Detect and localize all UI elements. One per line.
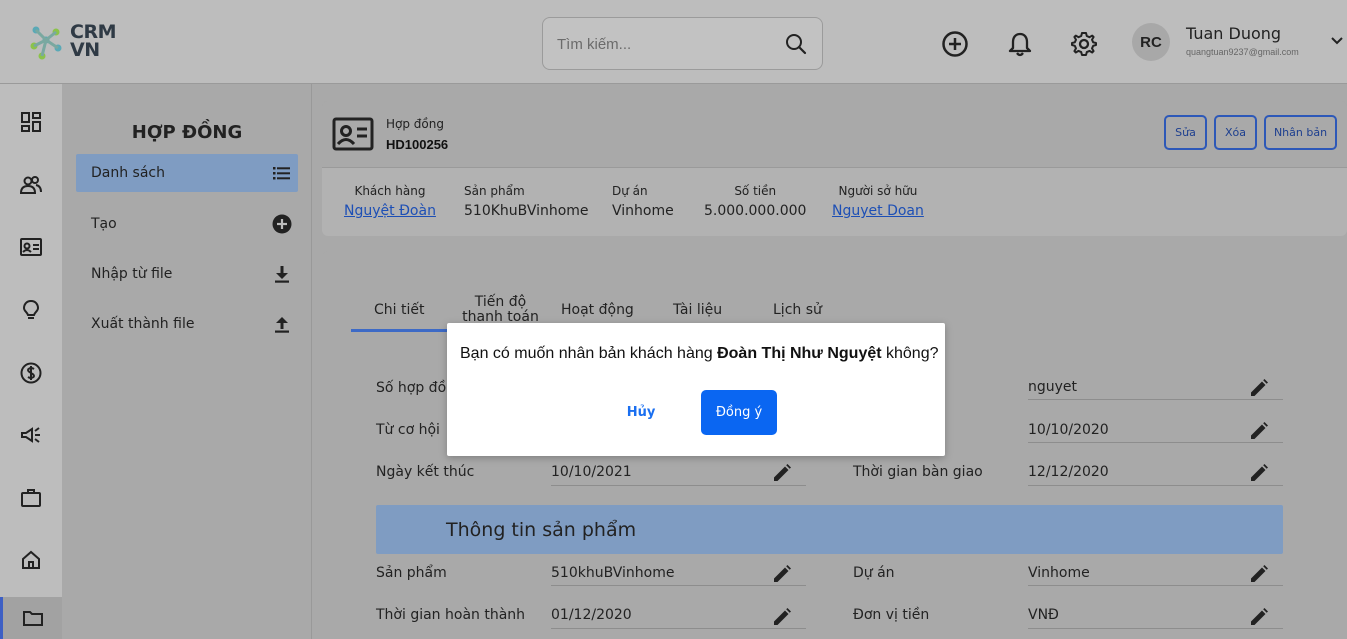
avatar[interactable]: RC — [1132, 23, 1170, 61]
product-section-header: Thông tin sản phẩm — [376, 505, 1283, 554]
handover-label: Thời gian bàn giao — [853, 464, 983, 480]
end-date-value: 10/10/2021 — [551, 464, 632, 480]
tab-payment-progress[interactable]: Tiến độ thanh toán — [458, 295, 543, 325]
tab-detail[interactable]: Chi tiết — [374, 302, 424, 318]
rail-contacts[interactable] — [0, 164, 62, 206]
upload-icon — [275, 317, 289, 333]
start-date-value: 10/10/2020 — [1028, 422, 1109, 438]
duplicate-confirm-dialog: Bạn có muốn nhân bản khách hàng Đoàn Thị… — [447, 323, 945, 456]
icon-rail — [0, 84, 62, 639]
logo[interactable]: CRM VN — [28, 20, 116, 62]
contract-header-card: Hợp đồng HD100256 Sửa Xóa Nhân bản Khách… — [322, 101, 1347, 236]
edit-button[interactable]: Sửa — [1164, 115, 1207, 150]
customer-link[interactable]: Nguyệt Đoàn — [344, 203, 436, 219]
rail-contracts[interactable] — [0, 226, 62, 268]
product-label: Sản phẩm — [376, 565, 447, 581]
rail-dashboard[interactable] — [0, 101, 62, 143]
product-value: 510khuBVinhome — [551, 565, 675, 581]
contract-card-icon — [20, 238, 42, 256]
tab-documents[interactable]: Tài liệu — [673, 302, 722, 318]
home-icon — [22, 550, 40, 569]
contract-type-label: Hợp đồng — [386, 117, 444, 131]
brand-line2: VN — [70, 39, 100, 61]
edit-pen-icon[interactable] — [1249, 378, 1269, 398]
tab-history[interactable]: Lịch sử — [773, 302, 822, 318]
rail-folder[interactable] — [0, 597, 62, 639]
search-input[interactable] — [557, 32, 777, 56]
completion-label: Thời gian hoàn thành — [376, 607, 526, 623]
submenu-item-import[interactable]: Nhập từ file — [76, 255, 298, 293]
contract-submenu: HỢP ĐỒNG Danh sách Tạo Nhập từ file Xuất… — [62, 84, 312, 639]
end-date-label: Ngày kết thúc — [376, 464, 475, 480]
edit-pen-icon[interactable] — [1249, 564, 1269, 584]
delete-button[interactable]: Xóa — [1214, 115, 1257, 150]
folder-icon — [22, 611, 43, 626]
contract-no-label: Số hợp đồ — [376, 380, 447, 396]
list-icon — [273, 167, 290, 180]
cancel-button[interactable]: Hủy — [609, 390, 673, 435]
user-name[interactable]: Tuan Duong — [1186, 24, 1281, 43]
search-box — [542, 17, 823, 70]
add-circle-icon[interactable] — [941, 30, 969, 58]
chevron-down-icon[interactable] — [1330, 36, 1344, 46]
submenu-item-export[interactable]: Xuất thành file — [76, 305, 298, 343]
edit-pen-icon[interactable] — [772, 607, 792, 627]
dollar-circle-icon — [20, 362, 42, 384]
meta-owner: Người sở hữu Nguyet Doan — [832, 184, 924, 219]
submenu-item-list[interactable]: Danh sách — [76, 154, 298, 192]
dna-icon — [30, 26, 62, 60]
edit-pen-icon[interactable] — [1249, 421, 1269, 441]
lightbulb-icon — [22, 299, 40, 319]
edit-pen-icon[interactable] — [772, 564, 792, 584]
contract-card-icon — [332, 117, 374, 151]
submenu-title: HỢP ĐỒNG — [131, 122, 243, 143]
user-email: quangtuan9237@gmail.com — [1186, 47, 1299, 57]
product-section-title: Thông tin sản phẩm — [446, 519, 637, 541]
edit-pen-icon[interactable] — [1249, 463, 1269, 483]
rail-home[interactable] — [0, 539, 62, 581]
duplicate-button[interactable]: Nhân bản — [1264, 115, 1337, 150]
dialog-message: Bạn có muốn nhân bản khách hàng Đoàn Thị… — [460, 345, 939, 362]
rail-finance[interactable] — [0, 352, 62, 394]
active-tab-indicator — [351, 329, 456, 332]
briefcase-icon — [21, 489, 41, 507]
meta-project: Dự án Vinhome — [612, 184, 674, 219]
edit-pen-icon[interactable] — [1249, 607, 1269, 627]
gear-icon[interactable] — [1070, 30, 1098, 58]
plus-circle-icon — [272, 214, 292, 234]
handover-value: 12/12/2020 — [1028, 464, 1109, 480]
rail-jobs[interactable] — [0, 477, 62, 519]
meta-amount: Số tiền 5.000.000.000 — [704, 184, 807, 219]
currency-value: VNĐ — [1028, 607, 1059, 623]
edit-pen-icon[interactable] — [772, 463, 792, 483]
submenu-item-create[interactable]: Tạo — [76, 205, 298, 243]
contract-code: HD100256 — [386, 137, 449, 152]
currency-label: Đơn vị tiền — [853, 607, 930, 623]
confirm-button[interactable]: Đồng ý — [701, 390, 777, 435]
from-opportunity-label: Từ cơ hội — [376, 422, 440, 438]
meta-customer: Khách hàng Nguyệt Đoàn — [344, 184, 436, 219]
people-icon — [20, 176, 42, 194]
megaphone-icon — [21, 427, 40, 443]
download-icon — [275, 266, 289, 283]
owner-link[interactable]: Nguyet Doan — [832, 203, 924, 219]
project-value: Vinhome — [1028, 565, 1090, 581]
rail-campaigns[interactable] — [0, 414, 62, 456]
search-icon[interactable] — [784, 32, 808, 56]
rail-ideas[interactable] — [0, 289, 62, 331]
dashboard-icon — [21, 112, 41, 132]
tab-activity[interactable]: Hoạt động — [561, 302, 634, 318]
bell-icon[interactable] — [1006, 30, 1034, 58]
completion-value: 01/12/2020 — [551, 607, 632, 623]
dialog-customer-name: Đoàn Thị Như Nguyệt — [717, 345, 882, 362]
meta-product: Sản phẩm 510KhuBVinhome — [464, 184, 589, 219]
top-bar: CRM VN RC Tuan Duong quangtuan9237@gmail… — [0, 0, 1347, 84]
project-label: Dự án — [853, 565, 895, 581]
owner-value: nguyet — [1028, 379, 1078, 395]
